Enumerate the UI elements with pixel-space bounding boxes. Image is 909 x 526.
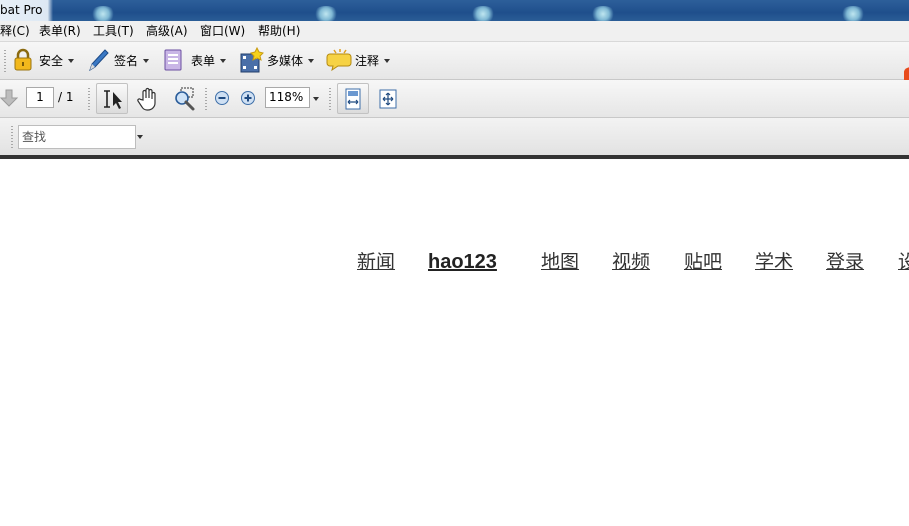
multimedia-button-label[interactable]: 多媒体	[267, 53, 303, 69]
chevron-down-icon[interactable]	[143, 59, 149, 63]
titlebar-decoration	[840, 6, 866, 21]
toolbar-grip[interactable]	[4, 50, 6, 72]
zoom-in-icon[interactable]	[240, 90, 256, 106]
menu-help[interactable]: 帮助(H)	[258, 21, 300, 41]
document-top-border	[0, 155, 909, 159]
nav-link-video[interactable]: 视频	[612, 250, 650, 274]
zoom-level-input[interactable]: 118%	[265, 87, 310, 108]
menu-bar: 释(C) 表单(R) 工具(T) 高级(A) 窗口(W) 帮助(H)	[0, 21, 909, 42]
toolbar-grip[interactable]	[11, 126, 13, 148]
hand-tool-icon[interactable]	[136, 86, 160, 112]
titlebar-decoration	[590, 6, 616, 21]
nav-link-tieba[interactable]: 贴吧	[684, 250, 722, 274]
select-cursor-icon[interactable]	[101, 88, 125, 110]
titlebar-decoration	[90, 6, 116, 21]
nav-link-settings[interactable]: 设	[898, 250, 909, 274]
nav-link-login[interactable]: 登录	[826, 250, 864, 274]
marquee-zoom-icon[interactable]	[172, 86, 196, 112]
find-dropdown-chevron-icon[interactable]	[137, 135, 143, 139]
menu-window[interactable]: 窗口(W)	[200, 21, 245, 41]
menu-comment[interactable]: 释(C)	[0, 21, 30, 41]
chevron-down-icon[interactable]	[68, 59, 74, 63]
toolbar-separator	[88, 88, 90, 110]
pen-icon[interactable]	[86, 47, 110, 73]
titlebar-decoration	[313, 6, 339, 21]
nav-link-news[interactable]: 新闻	[357, 250, 395, 274]
chevron-down-icon[interactable]	[384, 59, 390, 63]
page-number-input[interactable]: 1	[26, 87, 54, 108]
security-button-label[interactable]: 安全	[39, 53, 63, 69]
chevron-down-icon[interactable]	[308, 59, 314, 63]
lock-icon[interactable]	[12, 48, 34, 72]
toolbar-separator	[205, 88, 207, 110]
chevron-down-icon[interactable]	[220, 59, 226, 63]
zoom-dropdown-chevron-icon[interactable]	[313, 97, 319, 101]
multimedia-icon[interactable]	[239, 46, 265, 74]
zoom-out-icon[interactable]	[214, 90, 230, 106]
menu-advanced[interactable]: 高级(A)	[146, 21, 188, 41]
fit-width-icon[interactable]	[343, 88, 363, 110]
next-page-icon[interactable]	[0, 88, 20, 108]
window-title: bat Pro	[0, 0, 53, 21]
page-count: / 1	[58, 90, 74, 104]
menu-tools[interactable]: 工具(T)	[93, 21, 134, 41]
fit-page-icon[interactable]	[378, 88, 398, 110]
comment-icon[interactable]	[326, 48, 352, 72]
window-title-bar: bat Pro	[0, 0, 909, 21]
form-icon[interactable]	[163, 49, 183, 71]
toolbar-separator	[329, 88, 331, 110]
nav-link-hao123[interactable]: hao123	[428, 250, 497, 274]
titlebar-decoration	[470, 6, 496, 21]
menu-forms[interactable]: 表单(R)	[39, 21, 81, 41]
forms-button-label[interactable]: 表单	[191, 53, 215, 69]
comment-button-label[interactable]: 注释	[355, 53, 379, 69]
nav-link-academic[interactable]: 学术	[755, 250, 793, 274]
find-input[interactable]: 查找	[18, 125, 136, 149]
sign-button-label[interactable]: 签名	[114, 53, 138, 69]
nav-link-map[interactable]: 地图	[541, 250, 579, 274]
